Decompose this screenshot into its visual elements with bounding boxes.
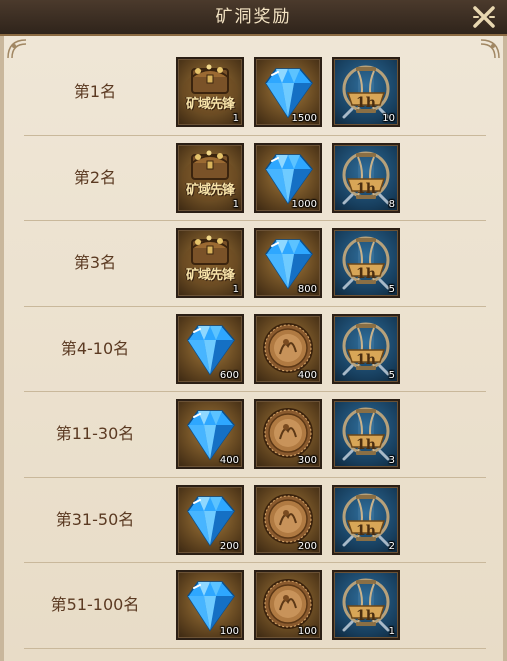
reward-item-diamond[interactable]: 600	[176, 313, 244, 384]
reward-item-coin[interactable]: 200	[254, 484, 322, 555]
item-count: 1	[388, 626, 395, 637]
reward-item-chest[interactable]: 矿域先锋 1	[176, 228, 244, 298]
close-x-icon	[473, 6, 495, 28]
rank-label: 第1名	[73, 82, 117, 101]
item-count: 2	[388, 540, 395, 552]
reward-item-diamond[interactable]: 1000	[254, 142, 322, 213]
reward-item-chest[interactable]: 矿域先锋 1	[176, 57, 244, 127]
item-duration-label: 1h	[356, 608, 376, 624]
item-duration-label: 1h	[356, 266, 376, 282]
item-badge-text: 矿域先锋	[185, 182, 235, 198]
item-count: 8	[388, 198, 395, 210]
reward-item-coin[interactable]: 300	[254, 399, 322, 469]
item-count: 5	[388, 369, 395, 381]
header-bar: 矿洞奖励	[0, 0, 507, 36]
reward-row: 第3名 矿域先锋 1 800 1h 5	[24, 221, 486, 307]
rank-label: 第2名	[73, 167, 117, 187]
reward-row: 第51-100名 100 100 1h 1	[24, 563, 486, 649]
reward-item-hourglass[interactable]: 1h 2	[332, 484, 400, 555]
reward-row: 第31-50名 200 200 1h 2	[24, 478, 486, 563]
reward-item-diamond[interactable]: 200	[176, 484, 244, 555]
item-count: 1	[232, 284, 239, 295]
rank-label: 第31-50名	[55, 509, 135, 529]
reward-item-diamond[interactable]: 800	[254, 228, 322, 298]
reward-items: 400 300 1h 3	[176, 399, 400, 471]
close-button[interactable]	[471, 4, 497, 30]
reward-list: 第1名 矿域先锋 1 1500 1h 10 第2名 矿域先锋 1 1000 1h…	[24, 50, 486, 649]
reward-panel: 矿洞奖励 第1名 矿域先锋 1 1500 1h 10 第2名 矿域先锋 1 10…	[0, 0, 507, 661]
item-count: 1	[232, 113, 239, 124]
item-count: 1500	[291, 113, 317, 124]
panel-title: 矿洞奖励	[215, 7, 292, 27]
item-count: 800	[297, 284, 317, 295]
reward-item-coin[interactable]: 400	[254, 313, 322, 384]
reward-item-hourglass[interactable]: 1h 3	[332, 399, 400, 469]
item-duration-label: 1h	[356, 437, 376, 453]
reward-item-hourglass[interactable]: 1h 5	[332, 313, 400, 384]
reward-item-diamond[interactable]: 100	[176, 570, 244, 640]
item-badge-text: 矿域先锋	[185, 97, 235, 112]
rank-label: 第3名	[73, 253, 117, 272]
reward-item-diamond[interactable]: 400	[176, 399, 244, 469]
item-count: 400	[219, 455, 239, 466]
item-count: 5	[388, 284, 395, 295]
item-duration-label: 1h	[356, 522, 376, 539]
reward-item-hourglass[interactable]: 1h 10	[332, 57, 400, 127]
reward-row: 第1名 矿域先锋 1 1500 1h 10	[24, 50, 486, 136]
item-count: 1	[232, 198, 239, 210]
reward-item-diamond[interactable]: 1500	[254, 57, 322, 127]
item-count: 1000	[291, 198, 317, 210]
item-count: 100	[219, 626, 239, 637]
item-count: 300	[297, 455, 317, 466]
item-count: 3	[388, 455, 395, 466]
rank-label: 第51-100名	[50, 595, 140, 614]
reward-item-hourglass[interactable]: 1h 8	[332, 142, 400, 213]
reward-items: 600 400 1h 5	[176, 313, 400, 386]
reward-items: 矿域先锋 1 1000 1h 8	[176, 142, 400, 215]
item-badge-text: 矿域先锋	[185, 268, 235, 283]
item-count: 600	[219, 369, 239, 381]
item-count: 10	[382, 113, 395, 124]
item-duration-label: 1h	[356, 95, 376, 111]
reward-item-chest[interactable]: 矿域先锋 1	[176, 142, 244, 213]
reward-items: 矿域先锋 1 800 1h 5	[176, 228, 400, 300]
item-count: 200	[297, 540, 317, 552]
reward-items: 200 200 1h 2	[176, 484, 400, 557]
reward-item-hourglass[interactable]: 1h 1	[332, 570, 400, 640]
reward-items: 100 100 1h 1	[176, 570, 400, 642]
item-count: 100	[297, 626, 317, 637]
rank-label: 第4-10名	[60, 338, 130, 358]
item-duration-label: 1h	[356, 180, 376, 197]
reward-items: 矿域先锋 1 1500 1h 10	[176, 57, 400, 129]
item-duration-label: 1h	[356, 351, 376, 368]
reward-row: 第2名 矿域先锋 1 1000 1h 8	[24, 136, 486, 221]
reward-row: 第11-30名 400 300 1h 3	[24, 392, 486, 478]
item-count: 400	[297, 369, 317, 381]
reward-item-hourglass[interactable]: 1h 5	[332, 228, 400, 298]
reward-row: 第4-10名 600 400 1h 5	[24, 307, 486, 392]
rank-label: 第11-30名	[55, 424, 135, 443]
reward-item-coin[interactable]: 100	[254, 570, 322, 640]
item-count: 200	[219, 540, 239, 552]
